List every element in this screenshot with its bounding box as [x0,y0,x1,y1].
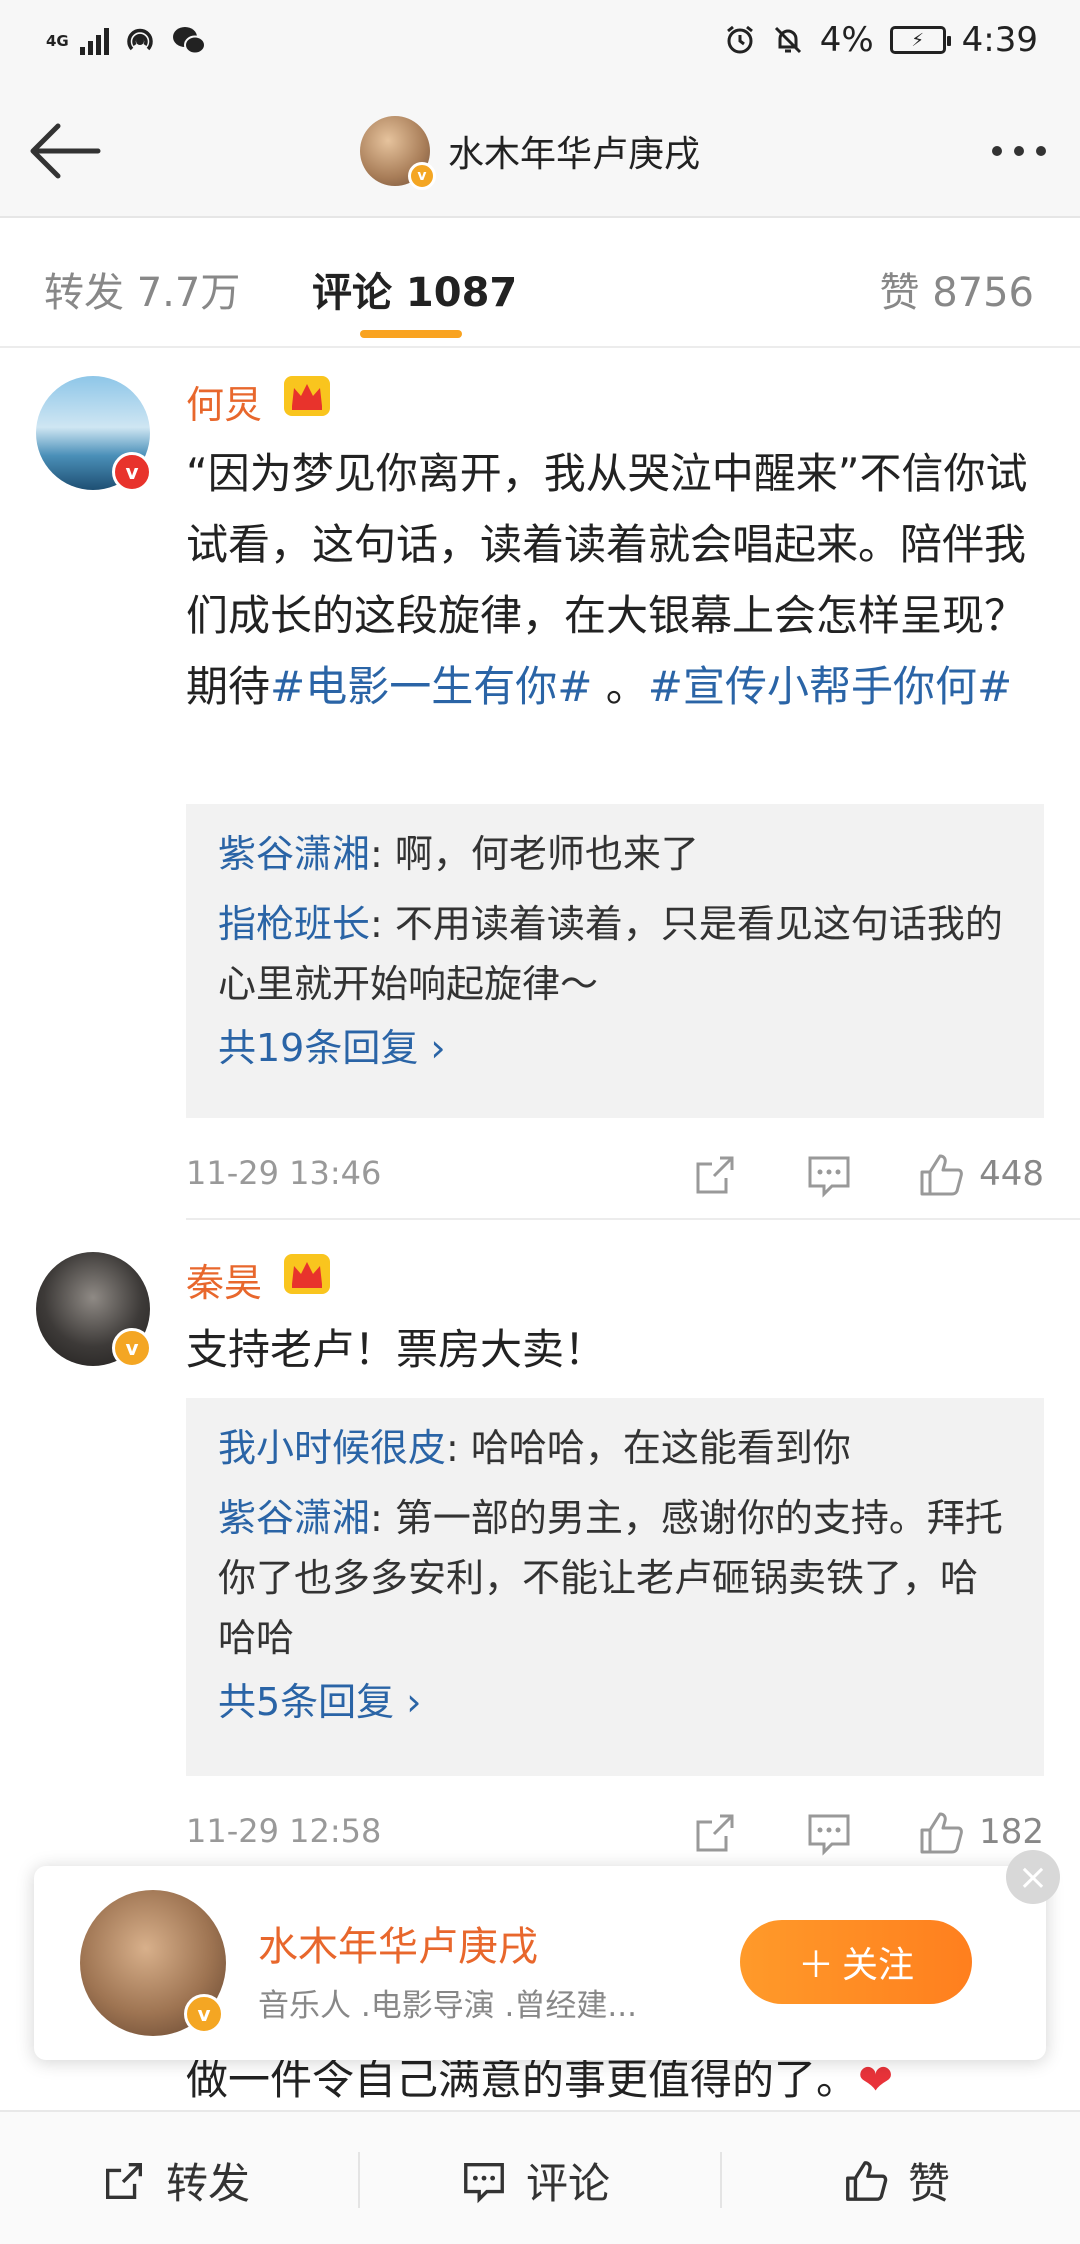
back-arrow-icon [30,123,101,179]
active-tab-indicator [360,330,462,338]
back-button[interactable] [26,116,106,186]
tab-forward[interactable]: 转发 7.7万 [44,260,240,318]
signal-icon [80,27,109,55]
reply-username[interactable]: 紫谷潇湘 [218,832,370,876]
battery-icon: ⚡ [889,26,951,54]
more-dot-icon [992,146,1002,156]
alarm-icon [726,25,753,54]
avatar[interactable]: v [360,116,436,190]
comment-time: 11-29 12:58 [186,1812,382,1850]
reply-username[interactable]: 指枪班长 [218,902,370,946]
nav-title: 水木年华卢庚戌 [448,134,701,175]
reply-line: 我小时候很皮: 哈哈哈，在这能看到你 [218,1426,851,1470]
share-icon[interactable] [690,1150,740,1200]
verified-badge-icon: v [184,1994,224,2034]
wechat-icon [173,27,206,55]
share-icon [106,2162,142,2199]
verified-badge-icon: v [408,162,436,190]
comment-item: v 何炅 “因为梦见你离开，我从哭泣中醒来”不信你试试看，这句话，读着读着就会唱… [0,350,1080,1220]
follow-card-name[interactable]: 水木年华卢庚戌 [258,1914,538,1972]
divider [358,2152,360,2208]
tab-bar: 转发 7.7万 评论 1087 赞 8756 [0,218,1080,348]
heart-icon: ❤ [858,2055,894,2104]
status-right: 4% ⚡ 4:39 [724,20,1038,60]
reply-username[interactable]: 我小时候很皮 [218,1426,446,1470]
like-count: 182 [979,1812,1044,1852]
like-icon[interactable] [916,1150,966,1200]
tab-comment[interactable]: 评论 1087 [312,260,517,318]
comment-text: “因为梦见你离开，我从哭泣中醒来”不信你试试看，这句话，读着读着就会唱起来。陪伴… [186,449,1028,711]
hashtag-link[interactable]: #宣传小帮手你何# [648,662,1012,711]
reply-line: 指枪班长: 不用读着读着，只是看见这句话我的心里就开始响起旋律～ [218,902,1003,1006]
reply-preview[interactable]: 紫谷潇湘: 啊，何老师也来了 指枪班长: 不用读着读着，只是看见这句话我的心里就… [186,804,1044,1118]
forward-button[interactable]: 转发 [100,2150,250,2211]
status-left: 4G [46,24,207,58]
hashtag-link[interactable]: #电影一生有你# [270,662,592,711]
plus-icon: ＋ [797,1945,834,1986]
comment-time: 11-29 13:46 [186,1154,382,1192]
comment-icon [464,2162,504,2203]
nav-bar: v 水木年华卢庚戌 [0,86,1080,218]
share-icon[interactable] [690,1808,740,1858]
hotspot-icon [127,28,153,51]
crown-icon [284,1254,330,1294]
comment-meta: 11-29 13:46 448 [186,1146,1046,1206]
comment-icon[interactable] [804,1808,854,1858]
comment-icon[interactable] [804,1150,854,1200]
follow-button[interactable]: ＋关注 [740,1920,972,2004]
comment-button[interactable]: 评论 [460,2150,610,2211]
like-button[interactable]: 赞 [842,2150,950,2211]
mute-bell-icon [774,26,801,54]
like-icon [846,2160,888,2201]
avatar[interactable]: v [36,376,152,492]
more-dot-icon [1014,146,1024,156]
comment-username[interactable]: 何炅 [186,374,262,429]
clock: 4:39 [961,20,1038,60]
like-count: 448 [979,1154,1044,1194]
tab-like[interactable]: 赞 8756 [879,260,1034,318]
close-icon[interactable]: × [1006,1850,1060,1904]
like-icon[interactable] [916,1808,966,1858]
battery-percent: 4% [819,20,874,60]
nav-profile[interactable]: v 水木年华卢庚戌 [360,116,701,190]
bottom-toolbar: 转发 评论 赞 [0,2110,1080,2244]
comment-text: 支持老卢！票房大卖！ [186,1325,607,1374]
follow-card-description: 音乐人 .电影导演 .曾经建... [258,1988,637,2024]
crown-icon [284,376,330,416]
status-bar: 4G 4% ⚡ 4:39 [0,0,1080,86]
more-button[interactable] [992,146,1046,156]
divider [186,1218,1080,1220]
more-replies-link[interactable]: 共5条回复 › [218,1672,1014,1732]
reply-line: 紫谷潇湘: 啊，何老师也来了 [218,832,699,876]
reply-username[interactable]: 紫谷潇湘 [218,1496,370,1540]
reply-preview[interactable]: 我小时候很皮: 哈哈哈，在这能看到你 紫谷潇湘: 第一部的男主，感谢你的支持。拜… [186,1398,1044,1776]
verified-badge-icon: v [112,1328,152,1368]
more-dot-icon [1036,146,1046,156]
avatar[interactable]: v [80,1890,226,2036]
verified-badge-icon: v [112,452,152,492]
comment-item: v 秦昊 支持老卢！票房大卖！ 我小时候很皮: 哈哈哈，在这能看到你 紫谷潇湘:… [0,1222,1080,1882]
follow-card[interactable]: v 水木年华卢庚戌 音乐人 .电影导演 .曾经建... ＋关注 × [34,1850,1060,2060]
avatar[interactable]: v [36,1252,152,1368]
more-replies-link[interactable]: 共19条回复 › [218,1018,1014,1078]
reply-line: 紫谷潇湘: 第一部的男主，感谢你的支持。拜托你了也多多安利，不能让老卢砸锅卖铁了… [218,1496,1003,1660]
comment-username[interactable]: 秦昊 [186,1252,262,1307]
divider [720,2152,722,2208]
network-type: 4G [46,31,69,50]
comment-meta: 11-29 12:58 182 [186,1804,1046,1864]
